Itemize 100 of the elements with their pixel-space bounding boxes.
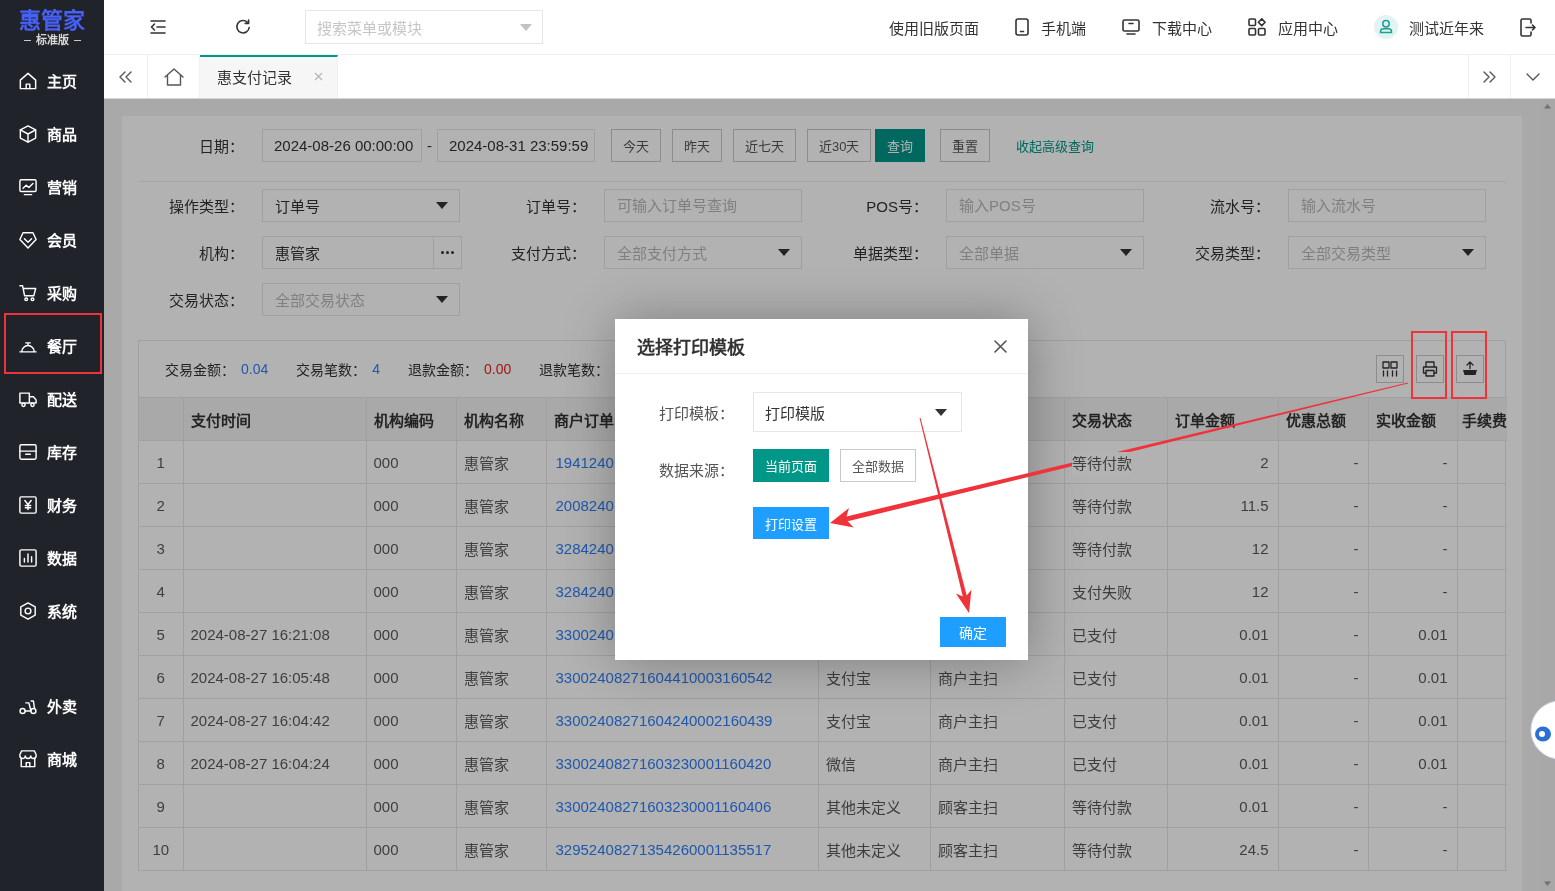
header-link[interactable]: 使用旧版页面 [889,16,979,38]
sidebar-item[interactable]: 营销 [0,160,104,213]
template-select[interactable]: 打印模版 [753,392,962,432]
caret-icon [520,23,532,31]
table-cell: 惠管家 [456,698,546,742]
amount-cell: - [1278,612,1368,656]
table-cell: 已支付 [1064,655,1167,699]
caret-icon [436,296,448,303]
amount-cell: - [1368,827,1457,871]
refresh-icon[interactable] [235,19,251,35]
summary-value: 0.00 [484,361,512,377]
dialog-title: 选择打印模板 [637,337,745,359]
yen-icon [19,495,37,514]
table-cell: 000 [366,827,456,871]
field-label: 流水号： [1209,197,1270,216]
logout-icon[interactable] [1520,17,1536,37]
quick-range-button[interactable]: 昨天 [672,129,722,162]
amount-cell: - [1278,827,1368,871]
row-number: 6 [139,655,183,699]
close-icon[interactable] [994,339,1007,353]
header-link[interactable]: 应用中心 [1248,16,1338,38]
floating-assistant-icon[interactable] [1530,700,1555,760]
amount-cell: 12 [1167,569,1278,613]
home-icon [19,71,37,90]
menu-icon[interactable] [150,20,166,34]
caret-icon [1120,249,1132,256]
print-button[interactable] [1416,355,1444,383]
table-cell: 支付失败 [1064,569,1167,613]
amount-cell: 0.01 [1368,612,1457,656]
table-cell: 000 [366,483,456,527]
field-label: POS号： [865,197,928,216]
data-source-button[interactable]: 全部数据 [840,449,916,482]
row-number: 5 [139,612,183,656]
table-cell: 惠管家 [456,440,546,484]
row-number: 8 [139,741,183,785]
table-cell: 000 [366,526,456,570]
bar-chart-icon [19,548,37,567]
sidebar-item[interactable]: 系统 [0,584,104,637]
sidebar-item[interactable]: 财务 [0,478,104,531]
picker-field[interactable]: 惠管家 [262,236,462,269]
field-label: 打印模板： [659,403,735,423]
column-header: 手续费 [1461,411,1507,429]
header-link[interactable]: 下载中心 [1122,16,1212,38]
chevron-down-icon[interactable] [1526,72,1540,81]
ellipsis-icon [441,251,454,254]
amount-cell: 12 [1167,526,1278,570]
column-toggle-button[interactable] [1376,355,1404,383]
avatar-icon [1374,15,1398,39]
date-field[interactable]: 2024-08-31 23:59:59 [437,129,595,162]
amount-cell: 0.01 [1167,612,1278,656]
summary-value: 4 [372,361,381,377]
sidebar-item[interactable]: 库存 [0,425,104,478]
sidebar-item[interactable]: 数据 [0,531,104,584]
summary-label: 退款笔数： [539,361,610,379]
summary-label: 交易金额： [165,361,235,379]
quick-range-button[interactable]: 近30天 [807,129,872,162]
header-link[interactable]: 手机端 [1015,16,1086,38]
amount-cell: - [1278,569,1368,613]
double-chevron-right-icon[interactable] [1483,70,1496,83]
amount-cell: 0.01 [1167,741,1278,785]
amount-cell: 0.01 [1368,698,1457,742]
amount-cell: - [1278,741,1368,785]
reset-button[interactable]: 重置 [940,129,991,162]
edition-label: 标准版 [35,33,69,47]
table-cell: 微信 [818,741,930,785]
field-label: 机构： [198,244,244,263]
amount-cell: - [1278,655,1368,699]
table-cell: 惠管家 [456,741,546,785]
column-header: 商户订单 [553,411,614,429]
table-cell: 等待付款 [1064,827,1167,871]
cart-icon [19,283,37,302]
date-field[interactable]: 2024-08-26 00:00:00 [262,129,422,162]
export-button[interactable] [1456,355,1484,383]
table-cell: 顾客主扫 [930,827,1064,871]
double-chevron-left-icon[interactable] [119,70,132,83]
sidebar-item[interactable]: 商城 [0,732,104,785]
export-icon [1462,361,1478,377]
sidebar-item[interactable]: 采购 [0,266,104,319]
quick-range-button[interactable]: 今天 [611,129,661,162]
quick-range-button[interactable]: 近七天 [733,129,796,162]
table-cell: 已支付 [1064,741,1167,785]
sidebar-item[interactable]: 主页 [0,54,104,107]
sidebar-item[interactable]: 配送 [0,372,104,425]
amount-cell: - [1278,526,1368,570]
column-header: 机构编码 [373,411,434,429]
page-tab[interactable]: 惠支付记录 [200,55,338,98]
row-number: 10 [139,827,183,871]
sidebar-item[interactable]: 餐厅 [0,319,104,372]
data-source-button[interactable]: 当前页面 [753,449,829,482]
dropdown-field[interactable]: 订单号 [262,189,460,222]
field-label: 订单号： [525,197,586,216]
column-header: 实收金额 [1375,411,1436,429]
amount-cell: 11.5 [1167,483,1278,527]
user-menu[interactable]: 测试近年来 [1374,15,1484,39]
range-separator: - [426,137,433,154]
row-number: 1 [139,440,183,484]
sidebar-item[interactable]: 外卖 [0,679,104,732]
sidebar-item[interactable]: 商品 [0,107,104,160]
sidebar-item[interactable]: 会员 [0,213,104,266]
table-cell: 000 [366,612,456,656]
